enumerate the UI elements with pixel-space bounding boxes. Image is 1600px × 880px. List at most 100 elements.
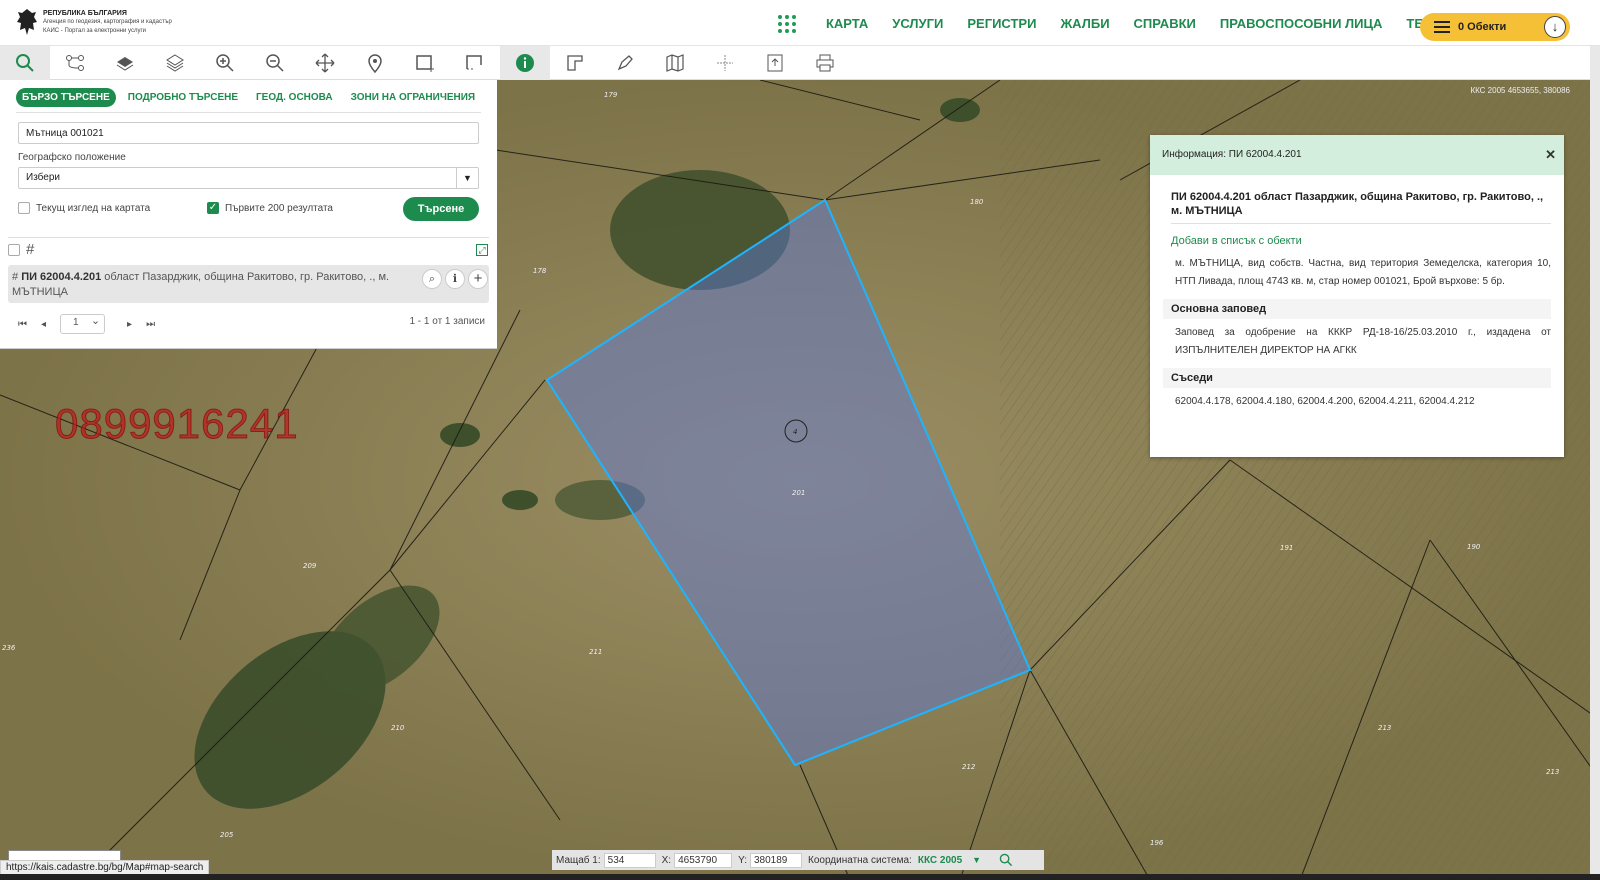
x-label: X:	[661, 854, 672, 866]
system-select[interactable]: ККС 2005	[918, 855, 962, 866]
search-button[interactable]: Търсене	[403, 197, 479, 221]
zoom-in-tool[interactable]	[200, 46, 250, 80]
layers-stack-tool[interactable]	[150, 46, 200, 80]
apps-grid-icon[interactable]	[776, 13, 796, 33]
first200-checkbox[interactable]: ✓ Първите 200 резултата	[207, 202, 333, 214]
map-toolbar	[0, 46, 1600, 80]
geo-position-value: Избери	[26, 172, 60, 183]
measure-icon	[567, 55, 583, 71]
current-view-checkbox[interactable]: Текущ изглед на картата	[18, 202, 150, 214]
nav-map[interactable]: КАРТА	[826, 16, 868, 31]
first200-label: Първите 200 резултата	[225, 202, 333, 214]
expand-icon[interactable]: ⤢	[476, 244, 488, 256]
parcel-label: 190	[1467, 543, 1481, 551]
scrollbar[interactable]	[1590, 46, 1600, 880]
geo-position-label: Географско положение	[18, 152, 126, 163]
info-tool[interactable]	[500, 46, 550, 80]
result-row[interactable]: # ПИ 62004.4.201 област Пазарджик, общин…	[8, 265, 489, 303]
zoom-in-icon	[216, 54, 234, 72]
pan-icon	[315, 53, 335, 73]
result-id: ПИ 62004.4.201	[21, 271, 102, 283]
parcel-label: 212	[962, 763, 976, 771]
tab-geodetic-base[interactable]: ГЕОД. ОСНОВА	[250, 88, 339, 107]
tab-restriction-zones[interactable]: ЗОНИ НА ОГРАНИЧЕНИЯ	[345, 88, 481, 107]
objects-button[interactable]: 0 Обекти ↓	[1420, 13, 1570, 41]
tab-quick-search[interactable]: БЪРЗО ТЪРСЕНЕ	[16, 88, 116, 107]
route-icon	[66, 55, 84, 71]
result-grid-icon: #	[12, 271, 19, 283]
nav-services[interactable]: УСЛУГИ	[892, 16, 943, 31]
prev-page-icon[interactable]: ◂	[41, 319, 46, 330]
parcel-label: 213	[1378, 724, 1391, 732]
next-page-icon[interactable]: ▸	[127, 319, 132, 330]
logo-line2: Агенция по геодезия, картография и кадас…	[43, 18, 172, 25]
layers-icon	[116, 57, 134, 71]
nav-reports[interactable]: СПРАВКИ	[1134, 16, 1196, 31]
search-tabs: БЪРЗО ТЪРСЕНЕ ПОДРОБНО ТЪРСЕНЕ ГЕОД. ОСН…	[16, 88, 487, 107]
parcel-label: 178	[533, 267, 547, 275]
x-input[interactable]: 4653790	[674, 852, 733, 868]
nav-licensed-persons[interactable]: ПРАВОСПОСОБНИ ЛИЦА	[1220, 16, 1383, 31]
crosshair-tool[interactable]	[700, 46, 750, 80]
dropdown-arrow-icon: ▼	[456, 168, 478, 188]
location-pin-icon	[368, 54, 382, 73]
objects-label: 0 Обекти	[1458, 21, 1507, 33]
info-title: ПИ 62004.4.201 област Пазарджик, община …	[1171, 190, 1551, 224]
grid-icon[interactable]: #	[26, 241, 34, 258]
info-body: м. МЪТНИЦА, вид собств. Частна, вид тери…	[1175, 258, 1551, 287]
select-all-checkbox[interactable]	[8, 244, 20, 256]
add-to-list-link[interactable]: Добави в списък с обекти	[1171, 235, 1564, 247]
main-order-text: Заповед за одобрение на КККР РД-18-16/25…	[1175, 327, 1551, 356]
select-area-tool[interactable]	[450, 46, 500, 80]
tab-detailed-search[interactable]: ПОДРОБНО ТЪРСЕНЕ	[122, 88, 244, 107]
export-tool[interactable]	[750, 46, 800, 80]
location-tool[interactable]	[350, 46, 400, 80]
agency-logo[interactable]: РЕПУБЛИКА БЪЛГАРИЯ Агенция по геодезия, …	[16, 8, 172, 36]
page-select[interactable]: 1	[60, 314, 106, 334]
parcel-label: 179	[604, 91, 618, 99]
checkmark-icon[interactable]: ✓	[207, 202, 219, 214]
result-zoom-icon[interactable]: ⌕	[422, 269, 442, 289]
header: РЕПУБЛИКА БЪЛГАРИЯ Агенция по геодезия, …	[0, 0, 1600, 46]
close-icon[interactable]: ✕	[1545, 147, 1556, 163]
crosshair-icon	[717, 55, 733, 71]
zoom-out-tool[interactable]	[250, 46, 300, 80]
measure-tool[interactable]	[550, 46, 600, 80]
first-page-icon[interactable]: ⏮	[18, 319, 27, 330]
nav-complaints[interactable]: ЖАЛБИ	[1060, 16, 1109, 31]
last-page-icon[interactable]: ⏭	[146, 319, 155, 330]
parcel-label: 191	[1280, 544, 1293, 552]
draw-tool[interactable]	[600, 46, 650, 80]
search-icon[interactable]	[999, 853, 1013, 867]
result-add-icon[interactable]: +	[468, 269, 488, 289]
zoom-out-icon	[266, 54, 284, 72]
phone-watermark: 0899916241	[55, 400, 299, 448]
current-view-label: Текущ изглед на картата	[36, 202, 151, 214]
draw-icon	[617, 55, 633, 71]
menu-icon	[1434, 18, 1450, 36]
geo-position-select[interactable]: Избери ▼	[18, 167, 479, 189]
checkbox-unchecked[interactable]	[18, 202, 30, 214]
y-input[interactable]: 380189	[750, 852, 802, 868]
nav-registers[interactable]: РЕГИСТРИ	[967, 16, 1036, 31]
parcel-label: 213	[1546, 768, 1559, 776]
route-tool[interactable]	[50, 46, 100, 80]
parcel-label: 209	[303, 562, 317, 570]
scale-input[interactable]: 534	[603, 852, 656, 868]
dropdown-arrow-icon[interactable]: ▼	[972, 855, 981, 865]
layers-tool[interactable]	[100, 46, 150, 80]
logo-line3: КАИС - Портал за електронни услуги	[43, 27, 146, 34]
pan-tool[interactable]	[300, 46, 350, 80]
export-icon	[767, 54, 783, 72]
search-panel: БЪРЗО ТЪРСЕНЕ ПОДРОБНО ТЪРСЕНЕ ГЕОД. ОСН…	[0, 80, 497, 349]
select-rectangle-tool[interactable]	[400, 46, 450, 80]
map-icon	[666, 54, 684, 72]
print-tool[interactable]	[800, 46, 850, 80]
map-tool[interactable]	[650, 46, 700, 80]
crs-readout: ККС 2005 4653655, 380086	[1470, 86, 1570, 95]
divider	[8, 237, 489, 238]
search-input[interactable]	[18, 122, 479, 144]
result-info-icon[interactable]: ℹ	[445, 269, 465, 289]
search-tool[interactable]	[0, 46, 50, 80]
logo-line1: РЕПУБЛИКА БЪЛГАРИЯ	[43, 9, 127, 17]
